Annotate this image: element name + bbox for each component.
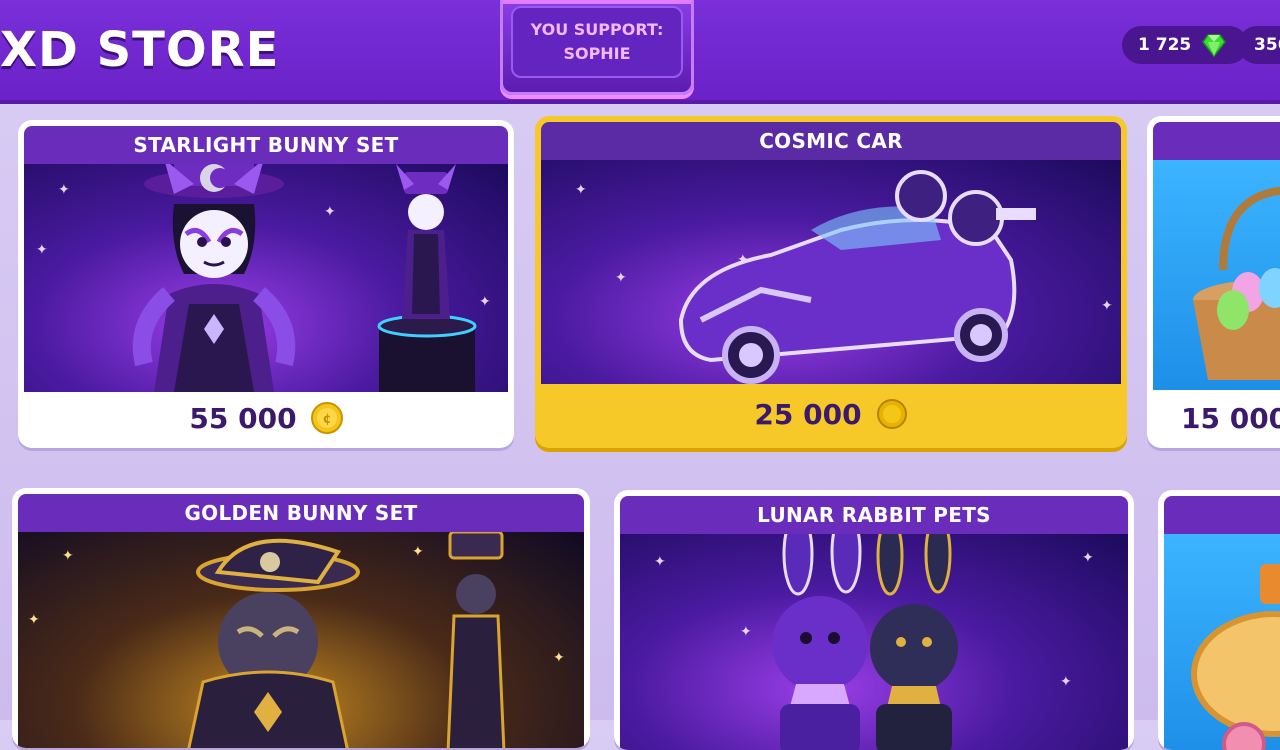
support-creator-button[interactable]: YOU SUPPORT: SOPHIE <box>500 0 694 95</box>
cosmic-car-illustration <box>678 170 1036 384</box>
store-item-lunar-rabbit-pets[interactable]: LUNAR RABBIT PETS ✦ ✦ ✦ ✦ <box>614 490 1134 750</box>
top-bar: XD STORE YOU SUPPORT: SOPHIE 1 725 356 <box>0 0 1280 104</box>
sparkle: ✦ <box>1082 550 1094 566</box>
sparkle: ✦ <box>28 612 40 628</box>
store-item-easter-basket[interactable]: 15 000 <box>1147 116 1280 448</box>
item-preview-image <box>1164 534 1280 750</box>
golden-bunny-illustration <box>187 532 506 748</box>
gem-icon <box>1202 34 1227 58</box>
sparkle: ✦ <box>740 624 752 640</box>
gem-count: 1 725 <box>1138 35 1192 55</box>
coin-count: 356 <box>1254 35 1280 55</box>
sparkle: ✦ <box>575 182 587 198</box>
sparkle: ✦ <box>737 252 749 268</box>
sparkle: ✦ <box>62 548 74 564</box>
card-title-bar <box>1164 496 1280 534</box>
price-row: 25 000 <box>535 392 1127 436</box>
easter-basket-illustration <box>1193 186 1280 380</box>
item-price: 15 000 <box>1181 401 1280 435</box>
store-item-partial[interactable] <box>1158 490 1280 750</box>
sparkle: ✦ <box>412 544 424 560</box>
support-panel: YOU SUPPORT: SOPHIE <box>511 6 683 78</box>
item-price: 55 000 <box>189 401 297 435</box>
item-preview-image: ✦ ✦ ✦ ✦ <box>24 164 508 392</box>
sparkle: ✦ <box>1060 674 1072 690</box>
price-row: 15 000 <box>1147 396 1280 440</box>
svg-text:¢: ¢ <box>322 412 331 427</box>
item-title: STARLIGHT BUNNY SET <box>133 133 399 157</box>
store-item-cosmic-car[interactable]: COSMIC CAR ✦ ✦ ✦ ✦ 25 000 <box>535 116 1127 448</box>
starlight-bunny-illustration <box>132 164 477 392</box>
card-title-bar <box>1153 122 1280 160</box>
store-title: XD STORE <box>0 22 280 78</box>
item-preview-image <box>1153 160 1280 390</box>
price-row: 55 000 ¢ <box>18 396 514 440</box>
sparkle: ✦ <box>479 294 491 310</box>
item-preview-image: ✦ ✦ ✦ ✦ <box>620 534 1128 750</box>
sparkle: ✦ <box>654 554 666 570</box>
card-title-bar: STARLIGHT BUNNY SET <box>24 126 508 164</box>
item-title: COSMIC CAR <box>759 129 903 153</box>
item-preview-image: ✦ ✦ ✦ ✦ <box>541 160 1121 384</box>
support-creator-name: SOPHIE <box>563 44 631 63</box>
gem-balance[interactable]: 1 725 <box>1122 26 1248 64</box>
coin-icon: ¢ <box>310 402 343 434</box>
item-title: LUNAR RABBIT PETS <box>757 503 991 527</box>
sparkle: ✦ <box>36 242 48 258</box>
sparkle: ✦ <box>615 270 627 286</box>
item-title: GOLDEN BUNNY SET <box>184 501 418 525</box>
item-price: 25 000 <box>754 397 862 431</box>
sparkle: ✦ <box>553 650 565 666</box>
support-label: YOU SUPPORT: <box>530 20 664 39</box>
item-illustration <box>1191 564 1280 750</box>
sparkle: ✦ <box>58 182 70 198</box>
card-title-bar: GOLDEN BUNNY SET <box>18 494 584 532</box>
item-preview-image: ✦ ✦ ✦ ✦ <box>18 532 584 748</box>
store-item-golden-bunny-set[interactable]: GOLDEN BUNNY SET ✦ ✦ ✦ ✦ <box>12 488 590 748</box>
coin-balance[interactable]: 356 <box>1238 26 1280 64</box>
lunar-rabbit-illustration <box>772 534 958 750</box>
store-item-starlight-bunny-set[interactable]: STARLIGHT BUNNY SET ✦ ✦ ✦ ✦ 55 000 ¢ <box>18 120 514 448</box>
card-title-bar: COSMIC CAR <box>541 122 1121 160</box>
card-title-bar: LUNAR RABBIT PETS <box>620 496 1128 534</box>
sparkle: ✦ <box>324 204 336 220</box>
coin-icon <box>876 399 907 429</box>
sparkle: ✦ <box>1101 298 1113 314</box>
